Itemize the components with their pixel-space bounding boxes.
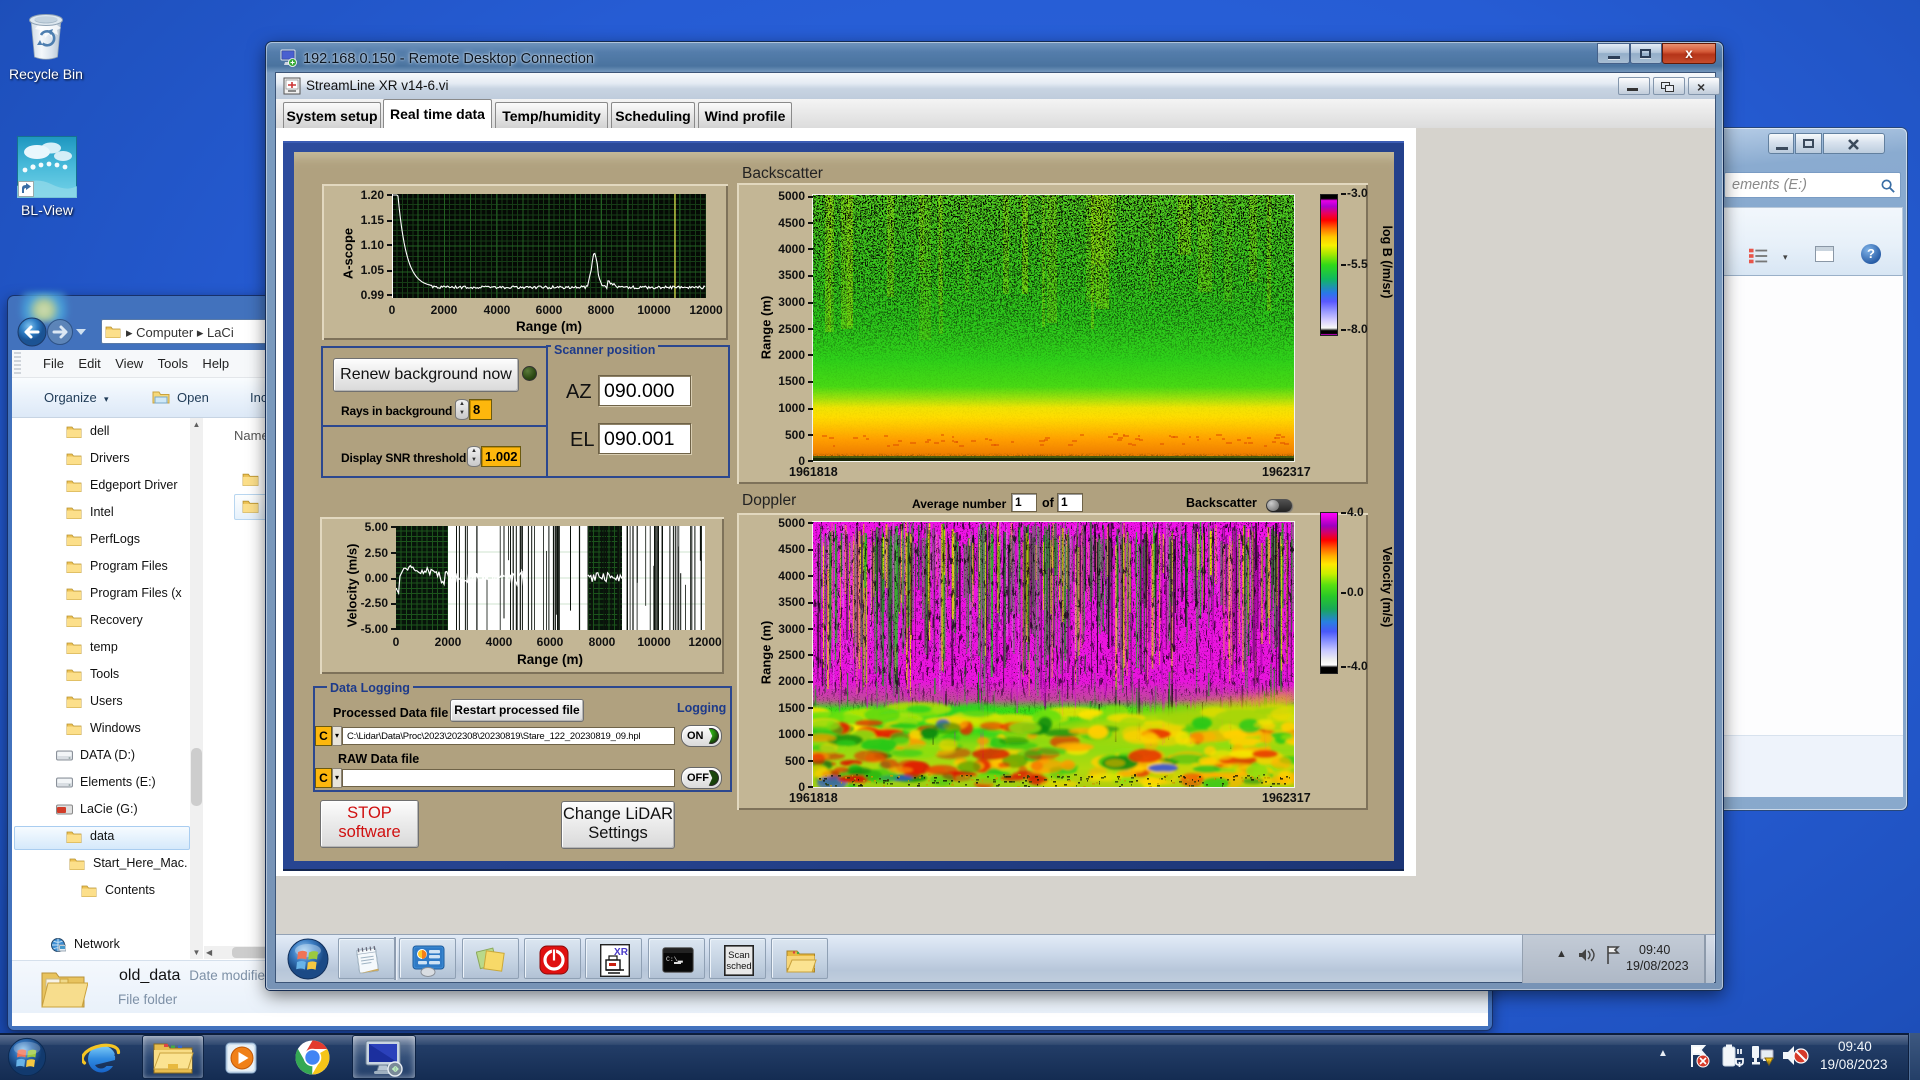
svg-text:C:\▂: C:\▂ (666, 956, 684, 963)
svg-text:Scan: Scan (728, 950, 750, 961)
svg-text:sched: sched (726, 961, 751, 972)
